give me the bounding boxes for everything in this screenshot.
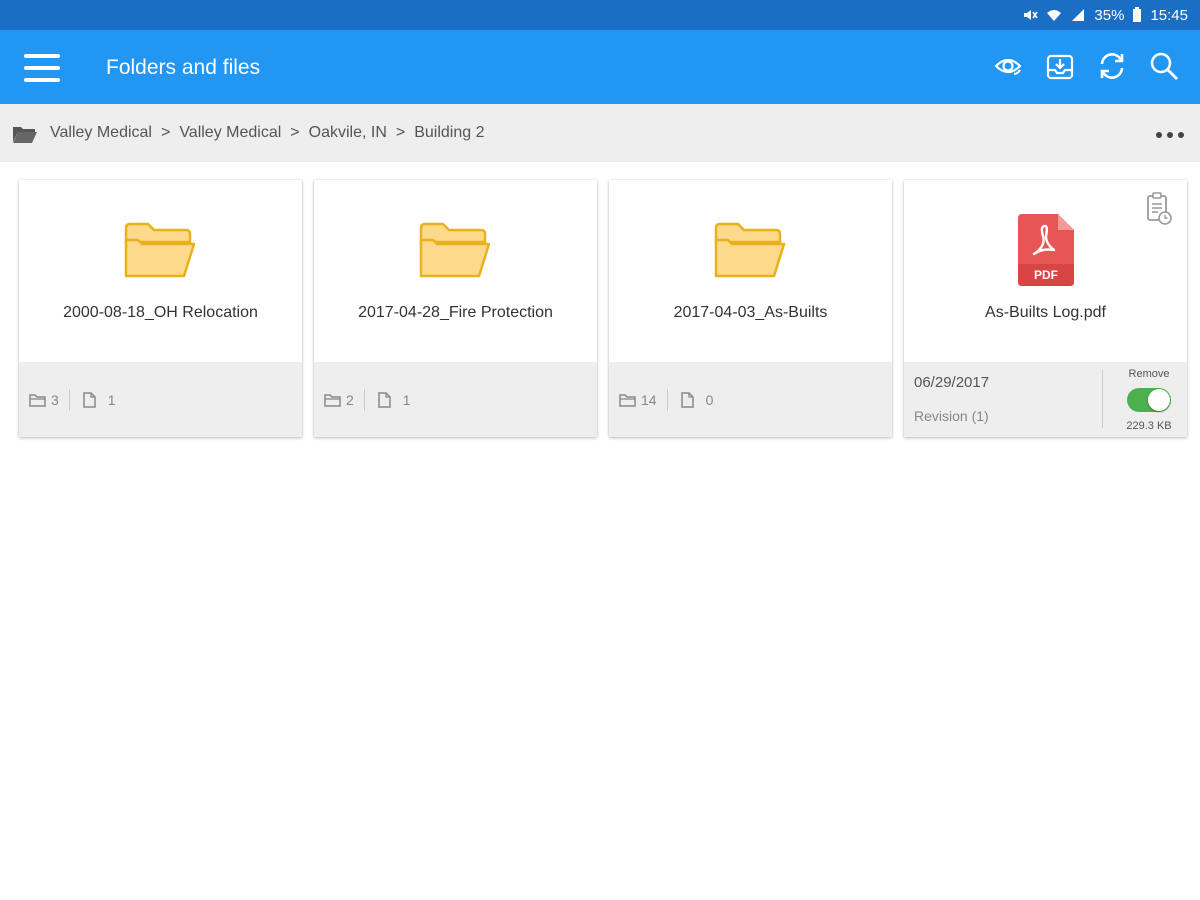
folder-card[interactable]: 2000-08-18_OH Relocation 3 1 [19,180,302,437]
page-title: Folders and files [106,56,261,79]
file-count: 1 [402,392,411,408]
folder-count: 14 [641,392,657,408]
battery-icon [1133,7,1142,22]
folder-card[interactable]: 2017-04-28_Fire Protection 2 1 [314,180,597,437]
menu-icon[interactable] [24,54,62,82]
file-size: 229.3 KB [1126,420,1172,432]
file-revision[interactable]: Revision (1) [914,408,989,424]
folder-name: 2017-04-28_Fire Protection [358,304,553,321]
clock: 15:45 [1150,6,1188,24]
folder-icon [419,222,491,278]
mute-icon [1024,10,1039,20]
more-options-icon[interactable] [1156,132,1184,138]
subfolder-icon [29,394,46,407]
file-count: 0 [705,392,714,408]
signal-icon [1072,9,1085,21]
breadcrumb-item[interactable]: Valley Medical [179,124,281,142]
pdf-file-icon: PDF [1018,214,1074,286]
folder-icon [124,222,196,278]
folder-count: 3 [51,392,59,408]
breadcrumb-item[interactable]: Valley Medical [50,124,152,142]
breadcrumb-separator: > [395,124,406,141]
file-count: 1 [107,392,116,408]
subfolder-icon [324,394,341,407]
file-card[interactable]: PDF As-Builts Log.pdf 06/29/2017 Revisio… [904,180,1187,437]
breadcrumb: Valley Medical > Valley Medical > Oakvil… [0,104,1200,162]
sync-icon[interactable] [1096,50,1128,82]
remove-toggle[interactable] [1127,388,1171,412]
folder-name: 2017-04-03_As-Builts [673,304,828,321]
app-bar: Folders and files [0,30,1200,104]
breadcrumb-separator: > [160,124,171,141]
folder-name: 2000-08-18_OH Relocation [63,304,258,321]
breadcrumb-item[interactable]: Oakvile, IN [309,124,387,142]
download-tray-icon[interactable] [1044,50,1076,82]
folder-icon [714,222,786,278]
wifi-icon [1047,10,1062,21]
file-name: As-Builts Log.pdf [985,304,1106,321]
remove-label: Remove [1128,368,1170,380]
file-date: 06/29/2017 [914,374,990,391]
battery-percent: 35% [1094,6,1125,24]
pdf-badge: PDF [1034,268,1058,282]
divider [1102,370,1103,428]
file-icon [680,392,694,408]
search-icon[interactable] [1148,50,1180,82]
subfolder-icon [619,394,636,407]
status-bar: 35% 15:45 [0,0,1200,30]
eye-sync-icon[interactable] [992,50,1024,82]
clipboard-clock-icon[interactable] [1145,192,1173,226]
file-icon [83,392,96,408]
folder-card[interactable]: 2017-04-03_As-Builts 14 0 [609,180,892,437]
folder-count: 2 [346,392,354,408]
file-icon [378,392,391,408]
breadcrumb-separator: > [290,124,300,141]
breadcrumb-item-current[interactable]: Building 2 [414,124,484,142]
folder-open-icon [13,127,37,143]
